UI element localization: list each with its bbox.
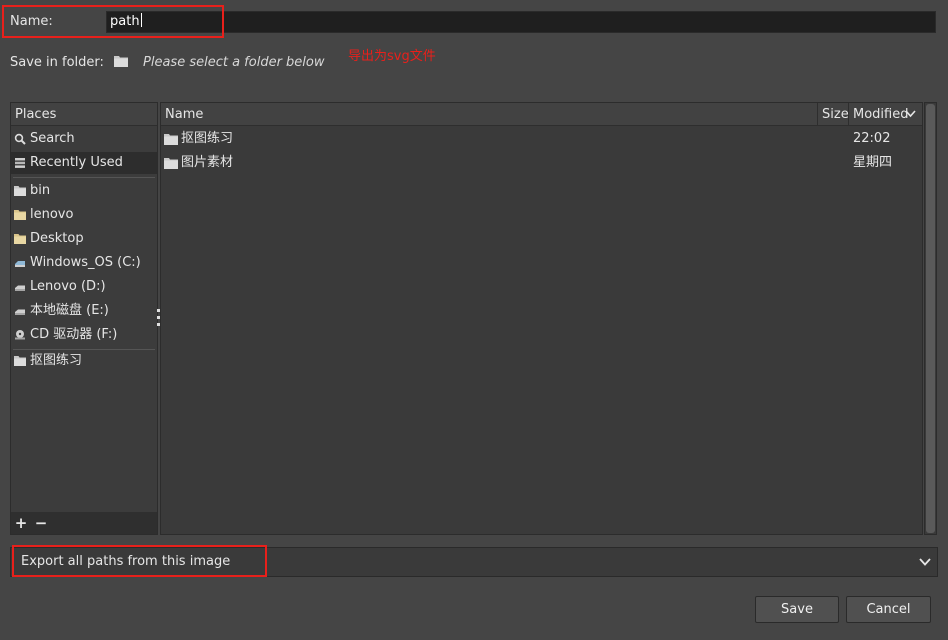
place-item-label: lenovo [30,207,74,222]
column-header-name[interactable]: Name [161,103,818,126]
folder-icon [14,210,26,220]
folder-icon [14,356,26,366]
file-name: 抠图练习 [181,131,234,146]
folder-icon [164,134,178,145]
cancel-button[interactable]: Cancel [846,596,931,623]
places-separator [13,177,155,178]
places-header: Places [11,103,157,126]
places-toolbar: + − [11,512,157,534]
places-panel: Places Search Recently Used bin lenovo D… [10,102,158,535]
save-paths-dialog: Name: path Save in folder: Please select… [0,0,948,640]
place-item-recently-used[interactable]: Recently Used [11,152,157,174]
name-input[interactable]: path [106,11,936,33]
folder-icon [14,234,26,244]
place-item-lenovo-d[interactable]: Lenovo (D:) [11,276,157,298]
highlight-box-name [2,5,224,38]
place-item-lenovo[interactable]: lenovo [11,204,157,226]
place-item-label: Recently Used [30,155,123,170]
file-name: 图片素材 [181,155,234,170]
file-row[interactable]: 图片素材 星期四 [161,151,922,175]
remove-bookmark-button[interactable]: − [34,514,48,532]
place-item-bin[interactable]: bin [11,180,157,202]
file-modified: 星期四 [853,155,893,170]
place-item-label: bin [30,183,51,198]
place-item-label: Search [30,131,75,146]
place-item-local-disk-e[interactable]: 本地磁盘 (E:) [11,300,157,322]
place-item-bookmark-folder[interactable]: 抠图练习 [11,350,157,372]
save-button[interactable]: Save [755,596,839,623]
scrollbar-thumb[interactable] [926,104,935,533]
place-item-label: 抠图练习 [30,353,83,368]
folder-hint: Please select a folder below [143,55,325,70]
save-in-folder-label: Save in folder: [10,55,104,70]
column-header-modified[interactable]: Modified [849,103,922,126]
folder-icon [114,56,128,67]
folder-icon [14,186,26,196]
column-header-modified-label: Modified [853,107,909,122]
drive-icon [15,309,25,315]
place-item-label: Desktop [30,231,84,246]
folder-icon [164,158,178,169]
place-item-label: Windows_OS (C:) [30,255,141,270]
file-list-panel: Name Size Modified 抠图练习 22:02 图片素材 星期四 [160,102,923,535]
place-item-label: Lenovo (D:) [30,279,106,294]
place-item-label: CD 驱动器 (F:) [30,327,118,342]
file-list-scrollbar[interactable] [924,102,937,535]
highlight-box-filter [12,545,267,577]
drive-icon [15,261,25,267]
add-bookmark-button[interactable]: + [14,514,28,532]
annotation-text: 导出为svg文件 [348,49,436,64]
chevron-down-icon [919,558,931,566]
drive-icon [15,285,25,291]
place-item-search[interactable]: Search [11,128,157,150]
file-row[interactable]: 抠图练习 22:02 [161,127,922,151]
file-modified: 22:02 [853,131,891,146]
place-item-windows-os[interactable]: Windows_OS (C:) [11,252,157,274]
cd-drive-icon [15,330,25,340]
sort-chevron-down-icon [905,110,916,118]
place-item-cd-drive-f[interactable]: CD 驱动器 (F:) [11,324,157,346]
recent-icon [15,158,25,168]
column-header-size[interactable]: Size [818,103,849,126]
place-item-label: 本地磁盘 (E:) [30,303,109,318]
search-icon [14,133,26,145]
place-item-desktop[interactable]: Desktop [11,228,157,250]
